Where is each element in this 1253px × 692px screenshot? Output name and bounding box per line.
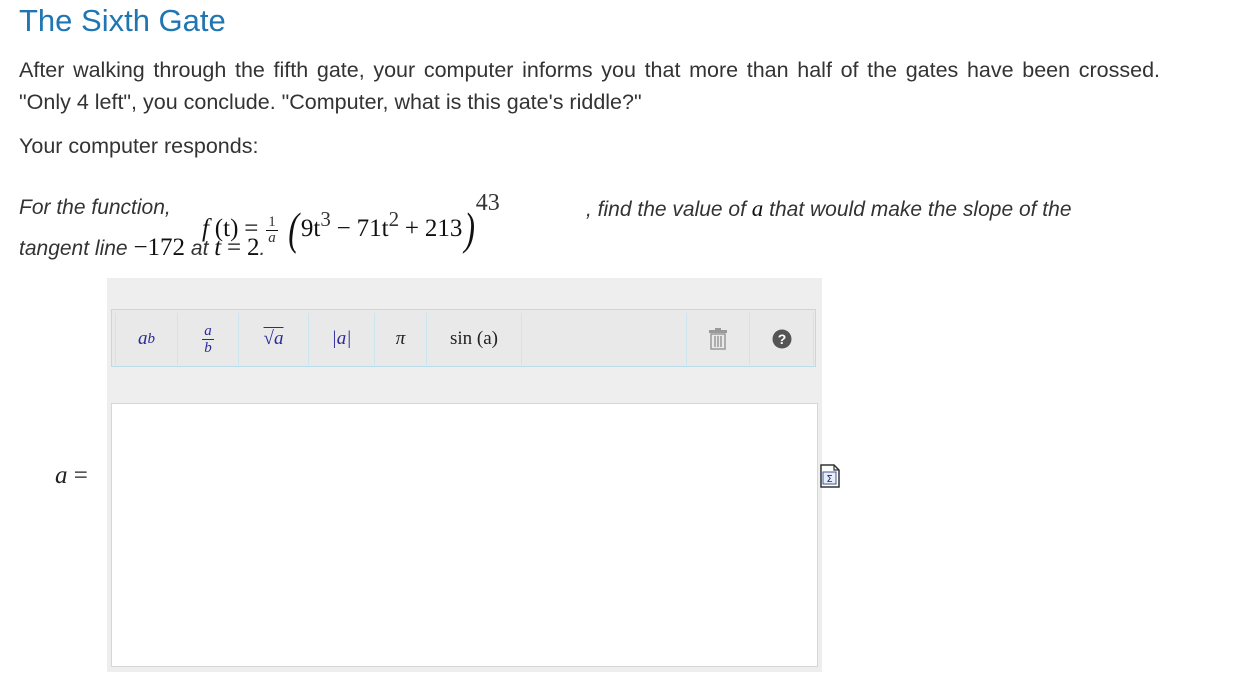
abs-label: |a| <box>331 328 352 349</box>
sin-button[interactable]: sin (a) <box>427 313 522 365</box>
pi-label: π <box>395 328 406 349</box>
fraction-glyph: a b <box>202 323 214 356</box>
suffix-text: that would make the slope of the <box>769 198 1072 221</box>
open-paren: ( <box>287 203 299 254</box>
exponent-2: 2 <box>388 207 400 231</box>
variable-a: a <box>751 196 764 221</box>
minus-sign: − <box>336 215 351 242</box>
power-exponent: b <box>147 330 156 347</box>
fraction-numerator: 1 <box>266 213 278 231</box>
term-1: 9t <box>300 215 321 242</box>
page-title: The Sixth Gate <box>19 3 226 38</box>
clear-button[interactable] <box>686 313 750 365</box>
t-value: 2 <box>247 234 260 261</box>
outer-exponent: 43 <box>475 190 500 216</box>
answer-label-eq: = <box>73 462 88 489</box>
fraction-one-over-a: 1 a <box>266 213 278 246</box>
t-variable: t <box>214 234 222 261</box>
pi-button[interactable]: π <box>375 313 427 365</box>
sigma-icon[interactable]: Σ <box>820 462 840 488</box>
math-editor: ab a b √a |a| π sin (a) ? <box>107 278 822 672</box>
question-prefix: For the function, <box>19 196 171 219</box>
fraction-denominator: a <box>268 229 276 246</box>
answer-input[interactable] <box>111 403 818 667</box>
svg-text:Σ: Σ <box>826 474 832 485</box>
sqrt-label: √a <box>263 328 284 349</box>
term-2: 71t <box>356 215 389 242</box>
responds-text: Your computer responds: <box>19 134 259 158</box>
fraction-glyph-den: b <box>204 339 212 356</box>
plus-sign: + <box>404 215 420 242</box>
close-paren: ) <box>464 203 476 254</box>
power-base: a <box>138 328 148 349</box>
intro-paragraph: After walking through the fifth gate, yo… <box>19 58 1160 114</box>
line2-start: tangent line <box>19 237 128 260</box>
help-icon: ? <box>772 329 791 349</box>
at-text: at <box>190 237 209 260</box>
question-line-2: tangent line −172 at t = 2. <box>19 234 265 262</box>
term-3: 213 <box>424 215 463 242</box>
answer-label: a = <box>55 462 88 490</box>
trash-icon <box>709 328 727 350</box>
slope-value: −172 <box>133 234 186 261</box>
equals-sign-2: = <box>227 234 242 261</box>
period: . <box>259 237 266 260</box>
abs-button[interactable]: |a| <box>309 313 375 365</box>
fraction-button[interactable]: a b <box>178 313 239 365</box>
question-middle: , find the value of a that would make th… <box>586 196 1072 222</box>
power-button[interactable]: ab <box>115 313 178 365</box>
fraction-glyph-num: a <box>202 322 214 340</box>
question-line-1: For the function, f (t) = 1 a (9t3 − 71t… <box>19 168 1169 254</box>
math-toolbar: ab a b √a |a| π sin (a) ? <box>111 309 816 367</box>
svg-text:?: ? <box>777 331 786 347</box>
help-button[interactable]: ? <box>750 313 814 365</box>
exponent-1: 3 <box>320 207 331 231</box>
answer-label-var: a <box>55 462 68 489</box>
middle-text: , find the value of <box>586 198 746 221</box>
sqrt-button[interactable]: √a <box>239 313 309 365</box>
sin-label: sin (a) <box>449 328 498 349</box>
